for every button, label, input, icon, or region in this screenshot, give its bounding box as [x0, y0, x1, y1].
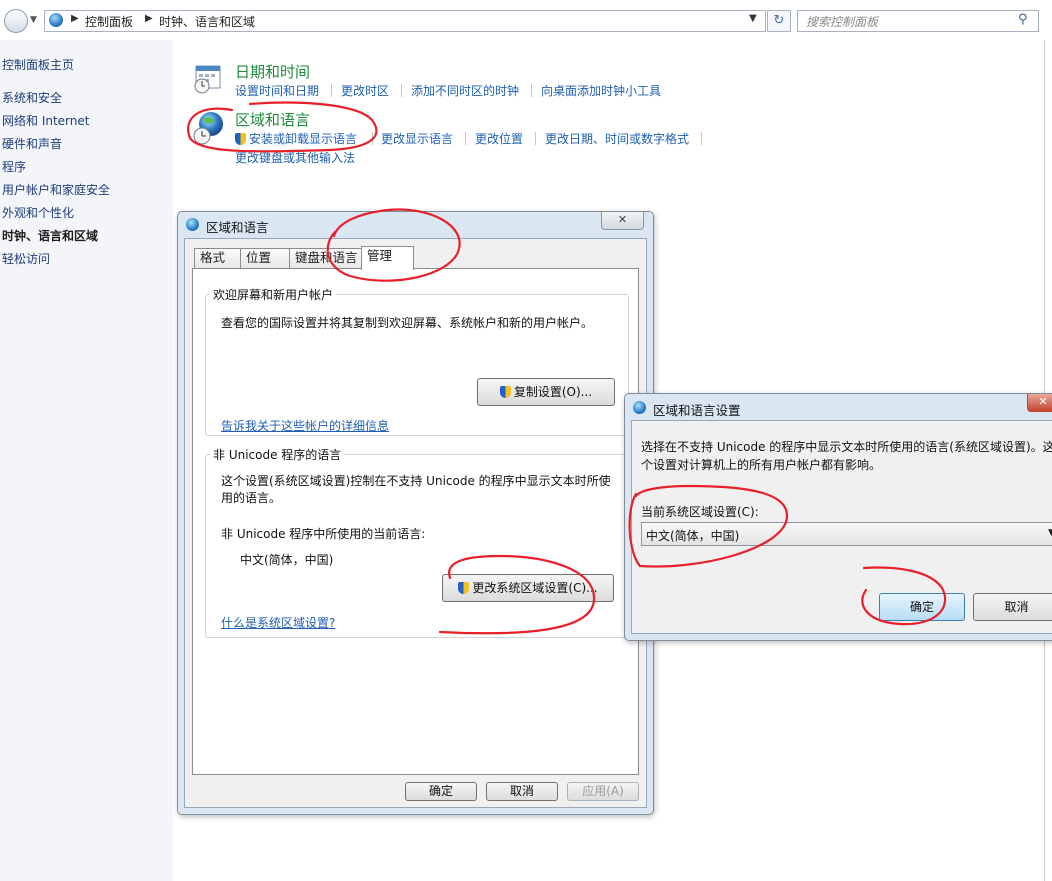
- sidebar-item-hardware[interactable]: 硬件和声音: [2, 135, 62, 152]
- ok-button[interactable]: 确定: [405, 782, 477, 801]
- non-unicode-description-line2: 用的语言。: [221, 491, 282, 505]
- link-change-location[interactable]: 更改位置: [475, 130, 523, 147]
- welcome-description: 查看您的国际设置并将其复制到欢迎屏幕、系统帐户和新的用户帐户。: [221, 316, 594, 330]
- locale-description-line2: 个设置对计算机上的所有用户帐户都有影响。: [641, 458, 882, 472]
- current-language-label: 非 Unicode 程序中所使用的当前语言:: [221, 527, 426, 541]
- tab-page-administrative: 欢迎屏幕和新用户帐户 查看您的国际设置并将其复制到欢迎屏幕、系统帐户和新的用户帐…: [192, 268, 639, 775]
- link-separator: [401, 84, 402, 97]
- address-bar-area: ▼ ▶ 控制面板 ▶ 时钟、语言和区域 ▼ ↻ 搜索控制面板 ⚲: [0, 0, 1052, 40]
- system-locale-selected: 中文(简体，中国): [646, 529, 740, 543]
- system-locale-select[interactable]: 中文(简体，中国) ▼: [641, 522, 1052, 546]
- link-add-clock-gadget[interactable]: 向桌面添加时钟小工具: [541, 82, 661, 99]
- copy-settings-label: 复制设置(O)...: [513, 385, 593, 399]
- sidebar-item-home[interactable]: 控制面板主页: [2, 56, 74, 73]
- search-input[interactable]: 搜索控制面板 ⚲: [797, 10, 1039, 32]
- locale-description-line1: 选择在不支持 Unicode 的程序中显示文本时所使用的语言(系统区域设置)。这: [641, 440, 1052, 454]
- ok-button[interactable]: 确定: [879, 593, 965, 621]
- back-button[interactable]: [4, 9, 28, 33]
- apply-button: 应用(A): [567, 782, 639, 801]
- tab-administrative[interactable]: 管理: [361, 246, 414, 270]
- dialog-globe-icon: [186, 218, 199, 231]
- category-title-date-time[interactable]: 日期和时间: [235, 61, 310, 82]
- sidebar-item-clock-language-region: 时钟、语言和区域: [2, 229, 99, 243]
- search-icon[interactable]: ⚲: [1018, 12, 1028, 27]
- cancel-button[interactable]: 取消: [973, 593, 1052, 621]
- system-locale-help-link[interactable]: 什么是系统区域设置?: [221, 614, 335, 631]
- change-system-locale-button[interactable]: 更改系统区域设置(C)...: [442, 574, 614, 602]
- refresh-button[interactable]: ↻: [767, 10, 791, 32]
- link-add-clocks[interactable]: 添加不同时区的时钟: [411, 82, 519, 99]
- control-panel-icon: [49, 13, 63, 27]
- welcome-group-title: 欢迎屏幕和新用户帐户: [210, 286, 337, 303]
- locale-dialog-title: 区域和语言设置: [653, 403, 741, 418]
- uac-shield-icon: [499, 386, 511, 398]
- dialog-body: 格式 位置 键盘和语言 管理 欢迎屏幕和新用户帐户 查看您的国际设置并将其复制到…: [184, 238, 647, 808]
- sidebar-item-programs[interactable]: 程序: [2, 158, 26, 175]
- breadcrumb-separator-icon[interactable]: ▶: [71, 13, 79, 24]
- system-locale-label: 当前系统区域设置(C):: [641, 505, 759, 519]
- link-change-display-language[interactable]: 更改显示语言: [381, 130, 453, 147]
- close-button[interactable]: ✕: [601, 212, 644, 230]
- tab-formats[interactable]: 格式: [194, 248, 242, 268]
- locale-dialog-body: 选择在不支持 Unicode 的程序中显示文本时所使用的语言(系统区域设置)。这…: [631, 420, 1052, 634]
- breadcrumb-separator-icon[interactable]: ▶: [145, 13, 153, 24]
- link-change-formats[interactable]: 更改日期、时间或数字格式: [545, 130, 689, 147]
- current-language-value: 中文(简体，中国): [240, 553, 334, 567]
- tab-keyboards[interactable]: 键盘和语言: [289, 248, 365, 268]
- sidebar-item-network[interactable]: 网络和 Internet: [2, 112, 89, 129]
- history-dropdown-icon[interactable]: ▼: [30, 15, 37, 25]
- tab-location[interactable]: 位置: [240, 248, 291, 268]
- address-box[interactable]: ▶ 控制面板 ▶ 时钟、语言和区域 ▼: [44, 10, 766, 32]
- link-install-display-language[interactable]: 安装或卸载显示语言: [235, 130, 357, 147]
- accounts-info-link[interactable]: 告诉我关于这些帐户的详细信息: [221, 417, 389, 434]
- dialog-globe-icon: [633, 401, 646, 414]
- link-change-keyboard[interactable]: 更改键盘或其他输入法: [235, 149, 355, 166]
- region-language-dialog: 区域和语言 ✕ 格式 位置 键盘和语言 管理 欢迎屏幕和新用户帐户 查看您的国际…: [177, 211, 654, 815]
- system-locale-dialog: 区域和语言设置 ✕ 选择在不支持 Unicode 的程序中显示文本时所使用的语言…: [624, 393, 1052, 641]
- link-change-timezone[interactable]: 更改时区: [341, 82, 389, 99]
- cancel-button[interactable]: 取消: [486, 782, 558, 801]
- link-separator: [701, 132, 702, 145]
- link-separator: [372, 132, 373, 145]
- dialog-title: 区域和语言: [206, 220, 269, 235]
- breadcrumb-clock-language-region[interactable]: 时钟、语言和区域: [159, 13, 255, 30]
- uac-shield-icon: [458, 582, 470, 594]
- close-button[interactable]: ✕: [1027, 394, 1052, 412]
- sidebar-item-system-security[interactable]: 系统和安全: [2, 89, 62, 106]
- sidebar-item-user-accounts[interactable]: 用户帐户和家庭安全: [2, 181, 110, 198]
- sidebar-item-ease-of-access[interactable]: 轻松访问: [2, 250, 50, 267]
- link-label: 安装或卸载显示语言: [249, 132, 358, 146]
- sidebar: 控制面板主页 系统和安全 网络和 Internet 硬件和声音 程序 用户帐户和…: [0, 40, 173, 881]
- breadcrumb-control-panel[interactable]: 控制面板: [85, 13, 133, 30]
- chevron-down-icon[interactable]: ▼: [1048, 528, 1052, 538]
- globe-clock-icon: [192, 110, 226, 146]
- link-separator: [535, 132, 536, 145]
- link-separator: [331, 84, 332, 97]
- uac-shield-icon: [235, 133, 246, 145]
- category-title-region-language[interactable]: 区域和语言: [235, 109, 310, 130]
- search-placeholder: 搜索控制面板: [806, 15, 879, 29]
- link-set-time-date[interactable]: 设置时间和日期: [235, 82, 319, 99]
- link-separator: [531, 84, 532, 97]
- sidebar-item-appearance[interactable]: 外观和个性化: [2, 204, 74, 221]
- non-unicode-description-line1: 这个设置(系统区域设置)控制在不支持 Unicode 的程序中显示文本时所使: [221, 474, 611, 488]
- non-unicode-group-title: 非 Unicode 程序的语言: [210, 446, 345, 463]
- change-system-locale-label: 更改系统区域设置(C)...: [472, 581, 598, 595]
- link-separator: [465, 132, 466, 145]
- calendar-clock-icon: [192, 64, 224, 94]
- copy-settings-button[interactable]: 复制设置(O)...: [477, 378, 615, 406]
- address-dropdown-icon[interactable]: ▼: [749, 13, 757, 24]
